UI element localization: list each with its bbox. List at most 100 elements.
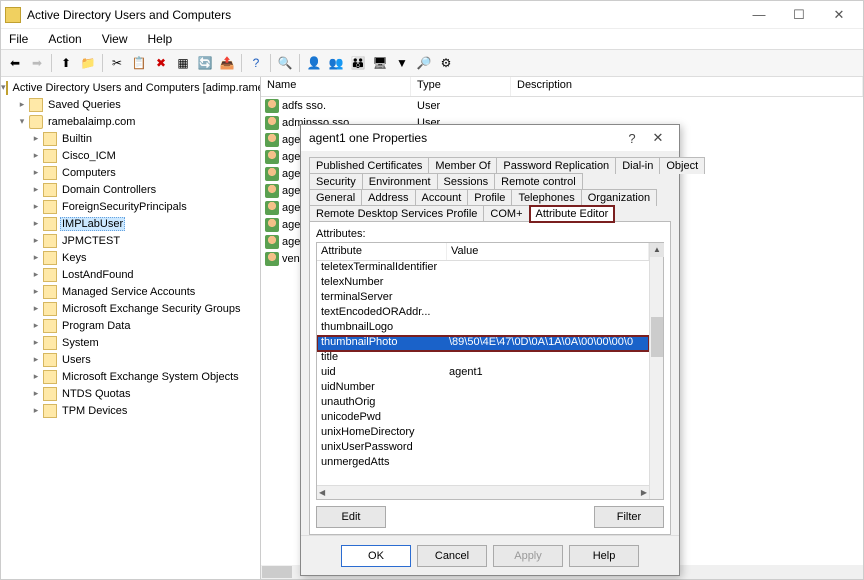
tree-item[interactable]: ▸Microsoft Exchange Security Groups (1, 300, 260, 317)
tree-item[interactable]: ▸Domain Controllers (1, 181, 260, 198)
attribute-row[interactable]: unauthOrig (317, 396, 649, 411)
expand-icon[interactable]: ▸ (29, 320, 43, 331)
expand-icon[interactable]: ▸ (29, 133, 43, 144)
forward-icon[interactable]: ➡ (27, 53, 47, 73)
col-desc[interactable]: Description (511, 77, 863, 96)
expand-icon[interactable]: ▸ (29, 201, 43, 212)
tab-sessions[interactable]: Sessions (437, 173, 496, 190)
tree-root[interactable]: Active Directory Users and Computers [ad… (11, 82, 261, 94)
expand-icon[interactable]: ▸ (29, 337, 43, 348)
maximize-button[interactable]: ☐ (779, 3, 819, 27)
tree-item[interactable]: ▸TPM Devices (1, 402, 260, 419)
dialog-close-icon[interactable]: ✕ (645, 130, 671, 146)
delete-icon[interactable]: ✖ (151, 53, 171, 73)
expand-icon[interactable]: ▸ (29, 167, 43, 178)
copy-icon[interactable]: 📋 (129, 53, 149, 73)
group-icon[interactable]: 👪 (348, 53, 368, 73)
scroll-thumb[interactable] (651, 317, 663, 357)
tree-domain[interactable]: ramebalaimp.com (46, 116, 137, 128)
expand-icon[interactable]: ▸ (29, 235, 43, 246)
tab-security[interactable]: Security (309, 173, 363, 190)
expand-icon[interactable]: ▸ (29, 303, 43, 314)
folder-icon[interactable]: 📁 (78, 53, 98, 73)
expand-icon[interactable]: ▸ (29, 184, 43, 195)
expand-icon[interactable]: ▸ (29, 252, 43, 263)
minimize-button[interactable]: — (739, 3, 779, 27)
user1-icon[interactable]: 👤 (304, 53, 324, 73)
tab-member-of[interactable]: Member Of (428, 157, 497, 174)
attribute-row[interactable]: thumbnailLogo (317, 321, 649, 336)
tab-password-replication[interactable]: Password Replication (496, 157, 616, 174)
filter-button[interactable]: Filter (594, 506, 664, 528)
tab-dial-in[interactable]: Dial-in (615, 157, 660, 174)
attribute-row[interactable]: teletexTerminalIdentifier (317, 261, 649, 276)
attribute-row[interactable]: telexNumber (317, 276, 649, 291)
tree-item[interactable]: ▸Keys (1, 249, 260, 266)
tree-item[interactable]: ▸JPMCTEST (1, 232, 260, 249)
user2-icon[interactable]: 👥 (326, 53, 346, 73)
tree-item[interactable]: ▸LostAndFound (1, 266, 260, 283)
refresh-icon[interactable]: 🔄 (195, 53, 215, 73)
attr-col-value[interactable]: Value (447, 243, 649, 260)
back-icon[interactable]: ⬅ (5, 53, 25, 73)
menu-file[interactable]: File (5, 30, 32, 48)
tab-general[interactable]: General (309, 189, 362, 206)
expand-icon[interactable]: ▾ (15, 116, 29, 127)
tree-item[interactable]: ▸ForeignSecurityPrincipals (1, 198, 260, 215)
tab-object[interactable]: Object (659, 157, 705, 174)
attribute-row[interactable]: title (317, 351, 649, 366)
tab-address[interactable]: Address (361, 189, 415, 206)
attr-col-name[interactable]: Attribute (317, 243, 447, 260)
attribute-row[interactable]: textEncodedORAddr... (317, 306, 649, 321)
tree-item[interactable]: ▸Cisco_ICM (1, 147, 260, 164)
tree-item[interactable]: ▸Computers (1, 164, 260, 181)
tab-attribute-editor[interactable]: Attribute Editor (529, 205, 616, 223)
close-button[interactable]: ✕ (819, 3, 859, 27)
tree-item[interactable]: ▸Microsoft Exchange System Objects (1, 368, 260, 385)
attr-hscrollbar[interactable]: ◀▶ (317, 485, 649, 499)
options-icon[interactable]: ⚙ (436, 53, 456, 73)
attr-vscrollbar[interactable]: ▲ (649, 243, 663, 499)
expand-icon[interactable]: ▸ (29, 150, 43, 161)
expand-icon[interactable]: ▸ (29, 388, 43, 399)
export-icon[interactable]: 📤 (217, 53, 237, 73)
expand-icon[interactable]: ▸ (29, 354, 43, 365)
cut-icon[interactable]: ✂ (107, 53, 127, 73)
tree-item[interactable]: ▸Managed Service Accounts (1, 283, 260, 300)
tab-account[interactable]: Account (415, 189, 469, 206)
attribute-row[interactable]: unixUserPassword (317, 441, 649, 456)
list-row[interactable]: adfs sso.User (261, 97, 863, 114)
tab-organization[interactable]: Organization (581, 189, 657, 206)
tree-item[interactable]: ▸IMPLabUser (1, 215, 260, 232)
tree-item[interactable]: ▸Program Data (1, 317, 260, 334)
tree-item[interactable]: ▸Builtin (1, 130, 260, 147)
attribute-row[interactable]: unixHomeDirectory (317, 426, 649, 441)
col-name[interactable]: Name (261, 77, 411, 96)
attribute-row[interactable]: unmergedAtts (317, 456, 649, 471)
expand-icon[interactable]: ▸ (29, 269, 43, 280)
tab-profile[interactable]: Profile (467, 189, 512, 206)
attribute-row[interactable]: uidagent1 (317, 366, 649, 381)
menu-action[interactable]: Action (44, 30, 85, 48)
menu-view[interactable]: View (98, 30, 132, 48)
attribute-row[interactable]: terminalServer (317, 291, 649, 306)
query-icon[interactable]: 🔎 (414, 53, 434, 73)
dialog-help-icon[interactable]: ? (619, 131, 645, 146)
ok-button[interactable]: OK (341, 545, 411, 567)
up-icon[interactable]: ⬆ (56, 53, 76, 73)
tab-remote-control[interactable]: Remote control (494, 173, 583, 190)
expand-icon[interactable]: ▸ (29, 371, 43, 382)
scroll-up-icon[interactable]: ▲ (650, 243, 664, 257)
computer-icon[interactable]: 🖥 (370, 53, 390, 73)
cancel-button[interactable]: Cancel (417, 545, 487, 567)
apply-button[interactable]: Apply (493, 545, 563, 567)
expand-icon[interactable]: ▸ (29, 405, 43, 416)
tree-item[interactable]: ▸Users (1, 351, 260, 368)
tab-telephones[interactable]: Telephones (511, 189, 581, 206)
tree-item[interactable]: ▸NTDS Quotas (1, 385, 260, 402)
expand-icon[interactable]: ▸ (29, 286, 43, 297)
menu-help[interactable]: Help (144, 30, 177, 48)
tree-item[interactable]: ▸System (1, 334, 260, 351)
filter-icon[interactable]: ▼ (392, 53, 412, 73)
tab-environment[interactable]: Environment (362, 173, 438, 190)
